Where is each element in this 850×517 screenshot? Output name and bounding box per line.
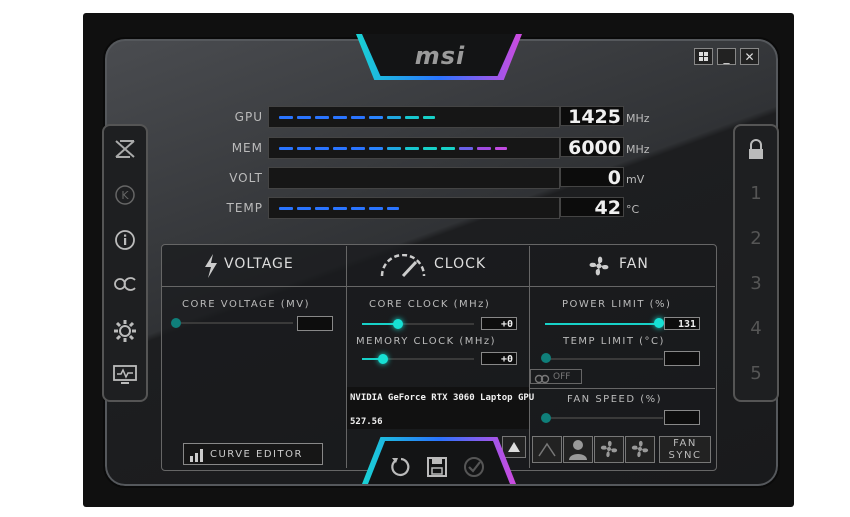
apply-check-icon[interactable] — [463, 456, 485, 482]
info-icon[interactable] — [104, 224, 146, 254]
gpu-clock-value: 1425 — [560, 106, 624, 127]
curve-editor-button[interactable]: CURVE EDITOR — [183, 443, 323, 465]
fan-user-button[interactable] — [563, 436, 593, 463]
power-limit-input[interactable]: 131 — [664, 317, 700, 330]
temp-unit: °C — [626, 203, 640, 216]
driver-version: 527.56 — [350, 417, 383, 427]
core-clock-slider[interactable] — [393, 319, 403, 329]
collapse-button[interactable] — [502, 436, 526, 458]
temp-bar — [268, 197, 560, 219]
fan-2-button[interactable] — [625, 436, 655, 463]
msi-logo: msi — [414, 42, 466, 70]
mem-clock-value: 6000 — [560, 137, 624, 158]
power-limit-fill — [545, 323, 661, 325]
user-icon — [569, 440, 587, 460]
volt-label: VOLT — [229, 171, 263, 185]
fan-speed-label: FAN SPEED (%) — [567, 394, 663, 405]
monitor-icon[interactable] — [104, 359, 146, 389]
right-sidebar: 1 2 3 4 5 — [733, 124, 779, 402]
gpu-clock-bar — [268, 106, 560, 128]
fan-1-button[interactable] — [594, 436, 624, 463]
triangle-icon — [538, 442, 556, 457]
volt-bar — [268, 167, 560, 189]
mem-clock-unit: MHz — [626, 143, 650, 156]
svg-text:K: K — [121, 189, 129, 202]
minimize-button[interactable]: _ — [717, 48, 736, 65]
gpu-clock-unit: MHz — [626, 112, 650, 125]
gpu-clock-label: GPU — [234, 110, 263, 124]
lightning-icon — [203, 254, 219, 282]
k-boost-icon[interactable]: K — [104, 179, 146, 209]
core-voltage-slider[interactable] — [171, 318, 181, 328]
core-voltage-input[interactable] — [297, 316, 333, 331]
core-clock-label: CORE CLOCK (MHz) — [369, 299, 491, 310]
mem-clock-label: MEM — [231, 141, 263, 155]
power-limit-slider[interactable] — [654, 318, 664, 328]
fan-sync-label-2: SYNC — [668, 450, 702, 461]
settings-gear-icon[interactable] — [104, 314, 146, 344]
clock-section-title: CLOCK — [434, 256, 487, 272]
profile-1-button[interactable]: 1 — [735, 179, 777, 209]
triangle-up-icon — [508, 442, 520, 452]
fan-speed-slider[interactable] — [541, 413, 551, 423]
fan-speed-input[interactable] — [664, 410, 700, 425]
fan-sync-label-1: FAN — [673, 438, 697, 449]
memory-clock-slider[interactable] — [378, 354, 388, 364]
curve-editor-label: CURVE EDITOR — [210, 449, 303, 460]
fan-divider — [530, 388, 715, 389]
fan-section-title: FAN — [619, 256, 649, 272]
fan-icon — [586, 253, 612, 283]
fan-icon — [600, 440, 618, 458]
fan-icon — [631, 440, 649, 458]
fan-auto-button[interactable] — [532, 436, 562, 463]
core-voltage-track[interactable] — [175, 322, 293, 324]
profile-4-button[interactable]: 4 — [735, 314, 777, 344]
speedometer-icon — [378, 253, 428, 282]
fan-speed-track[interactable] — [545, 417, 663, 419]
volt-value: 0 — [560, 167, 624, 188]
gpu-name: NVIDIA GeForce RTX 3060 Laptop GPU — [350, 393, 535, 403]
reset-icon[interactable] — [389, 456, 411, 482]
profile-2-button[interactable]: 2 — [735, 224, 777, 254]
mem-clock-bar — [268, 137, 560, 159]
core-voltage-label: CORE VOLTAGE (MV) — [182, 299, 311, 310]
temp-value: 42 — [560, 197, 624, 218]
power-limit-label: POWER LIMIT (%) — [562, 299, 672, 310]
windows-icon[interactable] — [694, 48, 713, 65]
temp-limit-slider[interactable] — [541, 353, 551, 363]
panel-divider — [529, 246, 530, 468]
panel-divider — [346, 246, 347, 468]
memory-clock-input[interactable]: +0 — [481, 352, 517, 365]
profile-3-button[interactable]: 3 — [735, 269, 777, 299]
link-icon — [534, 370, 550, 389]
lock-icon[interactable] — [735, 134, 777, 164]
voltage-section-title: VOLTAGE — [224, 256, 294, 272]
left-sidebar: K — [102, 124, 148, 402]
profile-5-button[interactable]: 5 — [735, 359, 777, 389]
temp-limit-label: TEMP LIMIT (°C) — [563, 336, 665, 347]
header-divider — [162, 286, 715, 287]
oc-scanner-icon[interactable] — [104, 134, 146, 164]
save-icon[interactable] — [426, 456, 448, 482]
temp-label: TEMP — [226, 201, 263, 215]
close-button[interactable]: ✕ — [740, 48, 759, 65]
bar-chart-icon — [189, 448, 205, 471]
core-clock-input[interactable]: +0 — [481, 317, 517, 330]
temp-limit-input[interactable] — [664, 351, 700, 366]
memory-clock-label: MEMORY CLOCK (MHz) — [356, 336, 497, 347]
oc-scan-icon[interactable] — [104, 269, 146, 299]
temp-limit-track[interactable] — [545, 358, 663, 360]
fan-sync-button[interactable]: FAN SYNC — [659, 436, 711, 463]
volt-unit: mV — [626, 173, 645, 186]
